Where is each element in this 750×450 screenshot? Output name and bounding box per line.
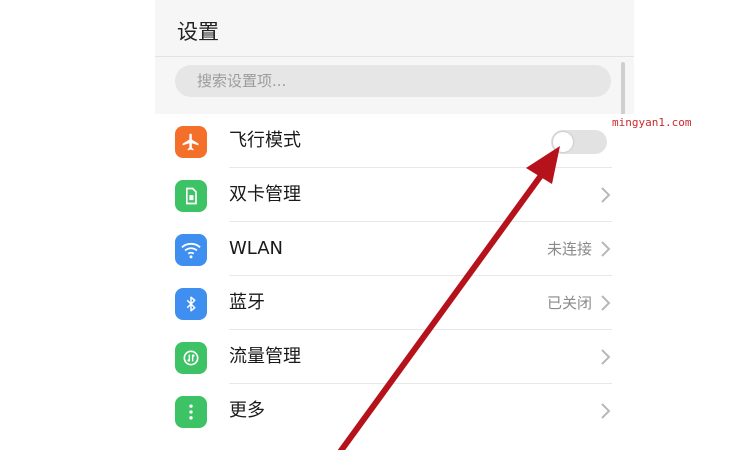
wlan-status: 未连接	[546, 240, 592, 258]
settings-item-label: 更多	[229, 400, 265, 421]
chevron-right-icon	[601, 241, 611, 257]
settings-item-airplane-mode[interactable]: 飞行模式	[155, 114, 634, 168]
settings-item-label: WLAN	[229, 238, 284, 259]
chevron-right-icon	[601, 295, 611, 311]
data-usage-icon	[175, 342, 207, 374]
bluetooth-icon	[175, 288, 207, 320]
header: 设置	[155, 0, 634, 57]
settings-item-label: 蓝牙	[229, 292, 265, 313]
toggle-knob	[553, 132, 573, 152]
airplane-mode-toggle[interactable]	[551, 130, 607, 154]
chevron-right-icon	[601, 349, 611, 365]
settings-item-label: 流量管理	[229, 346, 301, 367]
settings-screen: 设置 搜索设置项... 飞行模式 双卡管理 WLAN 未连接 蓝牙 已关闭 流量…	[155, 0, 634, 450]
search-area: 搜索设置项...	[155, 57, 634, 105]
chevron-right-icon	[601, 403, 611, 419]
more-icon	[175, 396, 207, 428]
watermark: mingyan1.com	[612, 116, 692, 129]
settings-item-wlan[interactable]: WLAN 未连接	[155, 222, 634, 276]
settings-list: 飞行模式 双卡管理 WLAN 未连接 蓝牙 已关闭 流量管理 更多	[155, 114, 634, 450]
page-title: 设置	[177, 20, 219, 44]
wifi-icon	[175, 234, 207, 266]
chevron-right-icon	[601, 187, 611, 203]
settings-item-label: 飞行模式	[229, 130, 301, 151]
settings-item-bluetooth[interactable]: 蓝牙 已关闭	[155, 276, 634, 330]
bluetooth-status: 已关闭	[546, 294, 592, 312]
settings-item-more[interactable]: 更多	[155, 384, 634, 438]
settings-item-dual-sim[interactable]: 双卡管理	[155, 168, 634, 222]
airplane-icon	[175, 126, 207, 158]
sim-card-icon	[175, 180, 207, 212]
search-input[interactable]: 搜索设置项...	[175, 65, 611, 97]
settings-item-label: 双卡管理	[229, 184, 301, 205]
settings-item-data-usage[interactable]: 流量管理	[155, 330, 634, 384]
